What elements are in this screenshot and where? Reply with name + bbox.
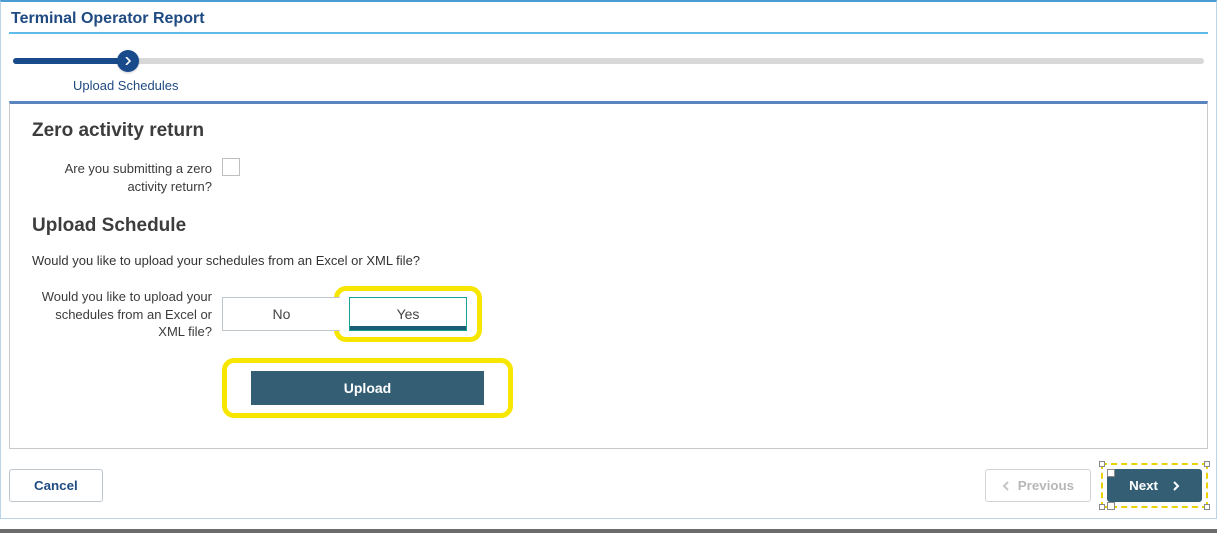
upload-schedule-intro: Would you like to upload your schedules … [32, 253, 1185, 268]
chevron-right-icon [1172, 481, 1180, 491]
wizard-step-label: Upload Schedules [13, 70, 1204, 93]
wizard-step-current[interactable] [117, 50, 139, 72]
chevron-left-icon [1002, 481, 1010, 491]
zero-activity-heading: Zero activity return [32, 120, 1185, 142]
previous-button[interactable]: Previous [985, 469, 1091, 502]
zero-activity-row: Are you submitting a zero activity retur… [32, 158, 1185, 195]
footer: Cancel Previous Next [9, 449, 1208, 508]
highlight-upload: Upload [222, 358, 513, 418]
highlight-next: Next [1101, 463, 1208, 508]
main-panel: Zero activity return Are you submitting … [9, 101, 1208, 449]
zero-activity-checkbox[interactable] [222, 158, 240, 176]
footer-right: Previous Next [985, 463, 1208, 508]
next-label: Next [1129, 478, 1158, 493]
report-frame: Terminal Operator Report Upload Schedule… [0, 0, 1217, 519]
upload-button-spacer [32, 348, 222, 350]
upload-choice-label: Would you like to upload your schedules … [32, 286, 222, 341]
highlight-yes: Yes [334, 286, 482, 342]
title-underline [9, 32, 1208, 34]
upload-button-row: Upload [32, 348, 1185, 418]
upload-schedule-heading: Upload Schedule [32, 215, 1185, 237]
bottom-bar [0, 529, 1217, 533]
page-title: Terminal Operator Report [9, 4, 1208, 32]
zero-activity-label: Are you submitting a zero activity retur… [32, 158, 222, 195]
cancel-button[interactable]: Cancel [9, 469, 103, 502]
next-button[interactable]: Next [1107, 469, 1202, 502]
wizard: Upload Schedules [9, 58, 1208, 101]
upload-option-yes[interactable]: Yes [349, 297, 467, 331]
upload-toggle-group: No Yes [222, 286, 482, 342]
upload-button[interactable]: Upload [251, 371, 484, 405]
upload-choice-row: Would you like to upload your schedules … [32, 286, 1185, 342]
wizard-track [13, 58, 1204, 64]
wizard-progress-fill [13, 58, 126, 64]
previous-label: Previous [1018, 478, 1074, 493]
chevron-right-icon [124, 57, 132, 65]
upload-option-no[interactable]: No [222, 297, 340, 331]
